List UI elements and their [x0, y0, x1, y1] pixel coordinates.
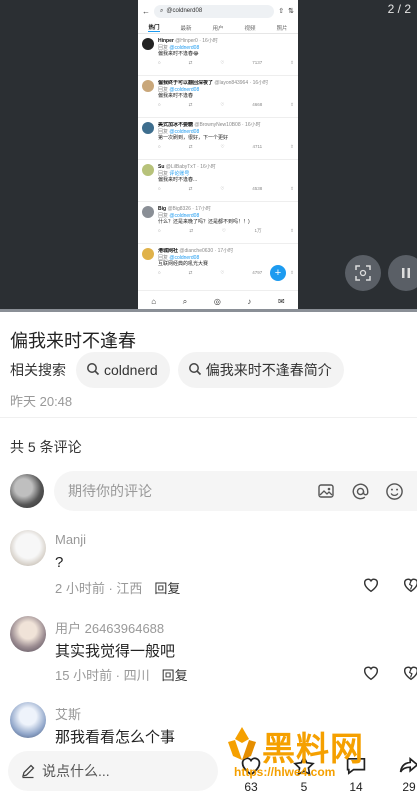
search-icon: [188, 362, 202, 379]
image-icon[interactable]: [315, 480, 337, 502]
comment-input[interactable]: 期待你的评论: [54, 471, 417, 511]
pencil-icon: [22, 764, 35, 779]
upload-icon: ⇧: [278, 8, 285, 15]
avatar[interactable]: [10, 474, 44, 508]
mini-tab: 照片: [276, 25, 288, 32]
related-search: 相关搜索 coldnerd 偏我来时不逢春简介: [10, 352, 344, 388]
avatar[interactable]: [10, 702, 46, 738]
heart-icon[interactable]: [362, 664, 380, 682]
search-icon: ⌕: [160, 7, 164, 14]
pause-button[interactable]: [388, 255, 417, 291]
home-icon: ⌂: [151, 297, 157, 306]
post-image[interactable]: ← ⌕ @coldnerd08 ⇧ ⇅ 热门 最新 用户 视频 照片 Hinpe…: [0, 0, 417, 312]
comment-count: 14: [349, 780, 363, 794]
broken-heart-icon[interactable]: [402, 664, 417, 682]
comment-text: 其实我觉得一般吧: [55, 643, 176, 660]
share-icon: [399, 757, 417, 773]
related-chip-intro[interactable]: 偏我来时不逢春简介: [177, 352, 344, 388]
avatar: [142, 38, 154, 50]
share-button[interactable]: 29: [394, 754, 417, 794]
comment-icon: [346, 757, 366, 775]
related-chip-label: coldnerd: [104, 362, 158, 378]
star-count: 5: [300, 780, 308, 794]
progress-bar[interactable]: [0, 309, 417, 312]
heart-icon[interactable]: [362, 576, 380, 594]
mini-tab: 用户: [212, 25, 224, 32]
avatar: [142, 80, 154, 92]
comment-meta: 2 小时前 · 江西 回复: [55, 581, 181, 596]
collect-button[interactable]: 5: [289, 754, 319, 794]
mini-tab: 最新: [180, 25, 192, 32]
comment-username[interactable]: 艾斯: [55, 704, 81, 723]
mini-post: Hinper @Hinper0 · 16小时 回复 @coldnerd08 偏我…: [138, 34, 298, 76]
related-search-label: 相关搜索: [10, 362, 66, 378]
avatar: [142, 248, 154, 260]
heart-icon: [241, 757, 261, 776]
reply-button[interactable]: 回复: [154, 581, 180, 596]
mini-tab: 热门: [148, 25, 160, 32]
reply-button[interactable]: 回复: [162, 668, 188, 683]
grok-icon: ◎: [213, 297, 221, 306]
mini-post: Su @LilBabyTxT · 16小时 回复 评论账号 偏我来时不逢春...…: [138, 160, 298, 202]
scan-button[interactable]: [345, 255, 381, 291]
mini-post: 偏我终于可以翻回深夜了 @layon843964 · 16小时 回复 @cold…: [138, 76, 298, 118]
back-arrow-icon: ←: [142, 6, 150, 16]
comment-text: ?: [55, 554, 64, 571]
mini-post: Big @Big8326 · 17小时 回复 @coldnerd08 什么？还是…: [138, 202, 298, 244]
bell-icon: ♪: [247, 297, 252, 306]
emoji-icon[interactable]: [383, 480, 405, 502]
related-chip-coldnerd[interactable]: coldnerd: [76, 352, 170, 388]
comment-input-row: 期待你的评论: [10, 471, 417, 511]
mail-icon: ✉: [277, 297, 285, 306]
page-indicator: 2 / 2: [387, 2, 411, 16]
comments-count: 共 5 条评论: [10, 439, 82, 455]
avatar: [142, 206, 154, 218]
filter-icon: ⇅: [288, 8, 294, 15]
comment-input-placeholder: 期待你的评论: [68, 483, 152, 499]
mini-search-field: ⌕ @coldnerd08: [154, 4, 275, 18]
search-icon: [86, 362, 100, 379]
bottom-action-bar: 说点什么... 63 5 14 29: [0, 744, 417, 800]
avatar: [142, 164, 154, 176]
like-count: 63: [244, 780, 258, 794]
star-icon: [293, 755, 315, 776]
scan-icon: [355, 265, 371, 281]
broken-heart-icon[interactable]: [402, 576, 417, 594]
compose-fab-icon: +: [270, 265, 286, 281]
avatar[interactable]: [10, 530, 46, 566]
mini-tabs: 热门 最新 用户 视频 照片: [138, 22, 298, 34]
related-chip-label: 偏我来时不逢春简介: [205, 362, 332, 378]
comment-button[interactable]: 14: [341, 754, 371, 794]
post-title: 偏我来时不逢春: [10, 331, 136, 351]
comment-username[interactable]: Manji: [55, 532, 86, 547]
pause-icon: [402, 268, 410, 278]
mention-icon[interactable]: [349, 480, 371, 502]
avatar: [142, 122, 154, 134]
comment-username[interactable]: 用户 26463964688: [55, 618, 164, 637]
mini-tab: 视频: [244, 25, 256, 32]
post-time: 昨天 20:48: [10, 394, 73, 409]
mini-post: 美式加冰不要糖 @BrownyNew10B08 · 16小时 回复 @coldn…: [138, 118, 298, 160]
like-button[interactable]: 63: [236, 754, 266, 794]
share-count: 29: [402, 780, 416, 794]
say-placeholder: 说点什么...: [42, 763, 110, 779]
search-icon: ⌕: [182, 296, 188, 306]
screenshot-content: ← ⌕ @coldnerd08 ⇧ ⇅ 热门 最新 用户 视频 照片 Hinpe…: [138, 0, 298, 312]
mini-search-bar: ← ⌕ @coldnerd08 ⇧ ⇅: [138, 0, 298, 22]
comment-meta: 15 小时前 · 四川 回复: [55, 668, 188, 683]
say-something-input[interactable]: 说点什么...: [8, 751, 218, 791]
avatar[interactable]: [10, 616, 46, 652]
divider: [0, 417, 417, 418]
